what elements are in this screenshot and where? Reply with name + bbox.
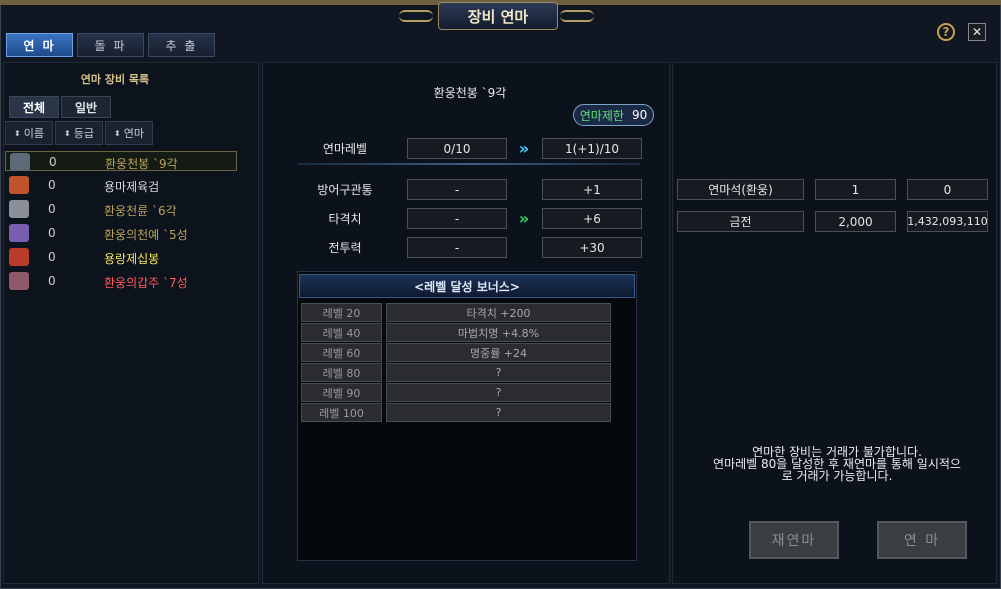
- bonus-level: 레벨 80: [301, 363, 382, 382]
- tab-extract[interactable]: 추 출: [148, 33, 215, 57]
- gold-label: 금전: [677, 211, 804, 232]
- material-required: 1: [815, 179, 896, 200]
- window-title: 장비 연마: [438, 2, 558, 30]
- material-owned: 0: [907, 179, 988, 200]
- title-ornament-right-icon: [560, 10, 594, 22]
- gold-required: 2,000: [815, 211, 896, 232]
- refine-limit-badge: 연마제한 90: [573, 104, 654, 126]
- sort-refine-button[interactable]: ⬍ 연마: [105, 121, 153, 145]
- stat-label: 전투력: [328, 241, 362, 255]
- armor-icon: [9, 224, 29, 242]
- reroll-button[interactable]: 재연마: [749, 521, 839, 559]
- sort-arrows-icon: ⬍: [64, 128, 71, 138]
- filter-all-button[interactable]: 전체: [9, 96, 59, 118]
- tab-breakthrough[interactable]: 돌 파: [77, 33, 144, 57]
- stat-current: -: [407, 179, 507, 200]
- bonus-level: 레벨 20: [301, 303, 382, 322]
- ring-icon: [9, 200, 29, 218]
- sort-arrows-icon: ⬍: [114, 128, 121, 138]
- refine-limit-label: 연마제한: [579, 108, 624, 123]
- stat-label: 방어구관통: [317, 183, 373, 197]
- equipment-refine-count: 0: [48, 178, 56, 192]
- refine-level-next: 1(+1)/10: [542, 138, 642, 159]
- sort-arrows-icon: ⬍: [14, 128, 21, 138]
- helm-icon: [9, 272, 29, 290]
- bonus-value: 명중률 +24: [386, 343, 611, 362]
- equipment-refine-count: 0: [48, 250, 56, 264]
- equipment-name: 용마제육검: [104, 180, 160, 194]
- sort-grade-button[interactable]: ⬍ 등급: [55, 121, 103, 145]
- selected-item-name: 환웅천봉 `9각: [433, 85, 507, 100]
- bonus-value: ?: [386, 363, 611, 382]
- bonus-value: 마법치명 +4.8%: [386, 323, 611, 342]
- stat-label: 타격치: [328, 212, 362, 226]
- divider: [298, 163, 640, 165]
- refine-level-label: 연마레벨: [322, 142, 368, 156]
- help-icon[interactable]: ?: [937, 23, 955, 41]
- equipment-list-item[interactable]: 0 환웅천륜 `6각: [5, 199, 237, 219]
- sort-refine-label: 연마: [123, 127, 144, 140]
- double-arrow-icon: »: [518, 139, 530, 158]
- equipment-name: 환웅의갑주 `7성: [104, 276, 188, 290]
- sort-name-label: 이름: [23, 127, 44, 140]
- double-arrow-icon: »: [518, 209, 530, 228]
- sword-icon: [10, 153, 30, 171]
- bonus-level: 레벨 60: [301, 343, 382, 362]
- equipment-name: 용랑제십봉: [104, 252, 160, 266]
- equipment-list-title: 연마 장비 목록: [80, 73, 150, 86]
- material-name: 연마석(환웅): [677, 179, 804, 200]
- stat-next: +6: [542, 208, 642, 229]
- stat-current: -: [407, 208, 507, 229]
- stat-next: +30: [542, 237, 642, 258]
- bonus-level: 레벨 100: [301, 403, 382, 422]
- refine-limit-value: 90: [631, 108, 648, 122]
- close-icon[interactable]: ✕: [968, 23, 986, 41]
- equipment-refine-count: 0: [48, 274, 56, 288]
- equipment-list-item[interactable]: 0 용랑제십봉: [5, 247, 237, 267]
- equipment-list-item[interactable]: 0 환웅의갑주 `7성: [5, 271, 237, 291]
- refine-level-current: 0/10: [407, 138, 507, 159]
- bonus-value: ?: [386, 403, 611, 422]
- title-ornament-left-icon: [399, 10, 433, 22]
- equipment-list-item[interactable]: 0 용마제육검: [5, 175, 237, 195]
- stat-current: -: [407, 237, 507, 258]
- bonus-level: 레벨 90: [301, 383, 382, 402]
- bonus-value: 타격치 +200: [386, 303, 611, 322]
- equipment-refine-count: 0: [48, 226, 56, 240]
- equipment-name: 환웅의천예 `5성: [104, 228, 188, 242]
- sort-name-button[interactable]: ⬍ 이름: [5, 121, 53, 145]
- sort-grade-label: 등급: [73, 127, 94, 140]
- notice-line: 로 거래가 가능합니다.: [781, 469, 893, 483]
- material-panel: [672, 62, 997, 584]
- equipment-refine-count: 0: [48, 202, 56, 216]
- level-bonus-title: <레벨 달성 보너스>: [299, 274, 635, 298]
- trade-notice: 연마한 장비는 거래가 불가합니다. 연마레벨 80을 달성한 후 재연마를 통…: [690, 446, 984, 482]
- tab-refine[interactable]: 연 마: [6, 33, 73, 57]
- blade-icon: [9, 176, 29, 194]
- bonus-value: ?: [386, 383, 611, 402]
- staff-icon: [9, 248, 29, 266]
- refine-button[interactable]: 연 마: [877, 521, 967, 559]
- equipment-name: 환웅천륜 `6각: [104, 204, 177, 218]
- stat-next: +1: [542, 179, 642, 200]
- filter-normal-button[interactable]: 일반: [61, 96, 111, 118]
- equipment-list-item[interactable]: 0 환웅의천예 `5성: [5, 223, 237, 243]
- equipment-name: 환웅천봉 `9각: [105, 157, 178, 171]
- bonus-level: 레벨 40: [301, 323, 382, 342]
- gold-owned: 1,432,093,110: [907, 211, 988, 232]
- equipment-refine-count: 0: [49, 155, 57, 169]
- equipment-list-item[interactable]: 0 환웅천봉 `9각: [5, 151, 237, 171]
